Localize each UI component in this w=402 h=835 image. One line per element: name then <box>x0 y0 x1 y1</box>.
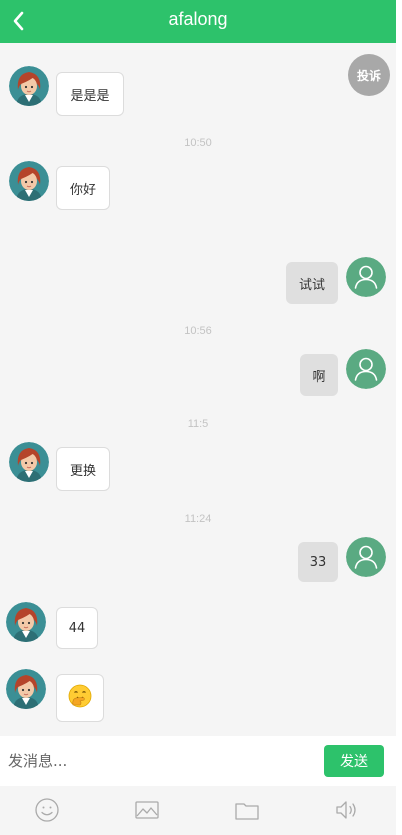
contact-avatar[interactable] <box>9 161 49 201</box>
message-text: 33 <box>309 554 327 570</box>
message-bubble: 更换 <box>56 447 110 491</box>
message-bubble: 试试 <box>286 262 338 304</box>
message-text: 是是是 <box>70 88 110 104</box>
emoji-hand-over-mouth-icon <box>68 684 92 712</box>
user-avatar[interactable] <box>346 349 386 389</box>
contact-avatar[interactable] <box>6 602 46 642</box>
timestamp: 10:56 <box>184 325 212 337</box>
contact-avatar[interactable] <box>9 66 49 106</box>
user-avatar[interactable] <box>346 537 386 577</box>
timestamp: 11:24 <box>184 513 212 525</box>
message-bubble: 你好 <box>56 166 110 210</box>
timestamp: 10:50 <box>184 137 212 149</box>
right-edge <box>396 0 402 835</box>
send-button[interactable]: 发送 <box>324 745 384 777</box>
message-text: 啊 <box>312 369 326 385</box>
message-text: 44 <box>68 620 86 636</box>
message-bubble: 啊 <box>300 354 338 396</box>
message-text: 你好 <box>69 182 96 198</box>
message-bubble: 44 <box>56 607 98 649</box>
message-text: 试试 <box>298 277 325 293</box>
message-input[interactable] <box>8 750 308 772</box>
message-bubble: 是是是 <box>56 72 124 116</box>
contact-avatar[interactable] <box>6 669 46 709</box>
contact-avatar[interactable] <box>9 442 49 482</box>
message-bubble: 33 <box>298 542 338 582</box>
chat-title: afalong <box>168 9 228 29</box>
message-bubble <box>56 674 104 722</box>
speaker-icon[interactable] <box>333 796 361 824</box>
message-text: 更换 <box>69 463 96 479</box>
image-icon[interactable] <box>133 796 161 824</box>
folder-icon[interactable] <box>233 796 261 824</box>
chat-header: afalong <box>0 0 396 43</box>
smile-icon[interactable] <box>33 796 61 824</box>
user-avatar[interactable] <box>346 257 386 297</box>
timestamp: 11:5 <box>187 418 209 430</box>
bottom-toolbar <box>0 786 396 835</box>
complain-button[interactable]: 投诉 <box>348 54 390 96</box>
